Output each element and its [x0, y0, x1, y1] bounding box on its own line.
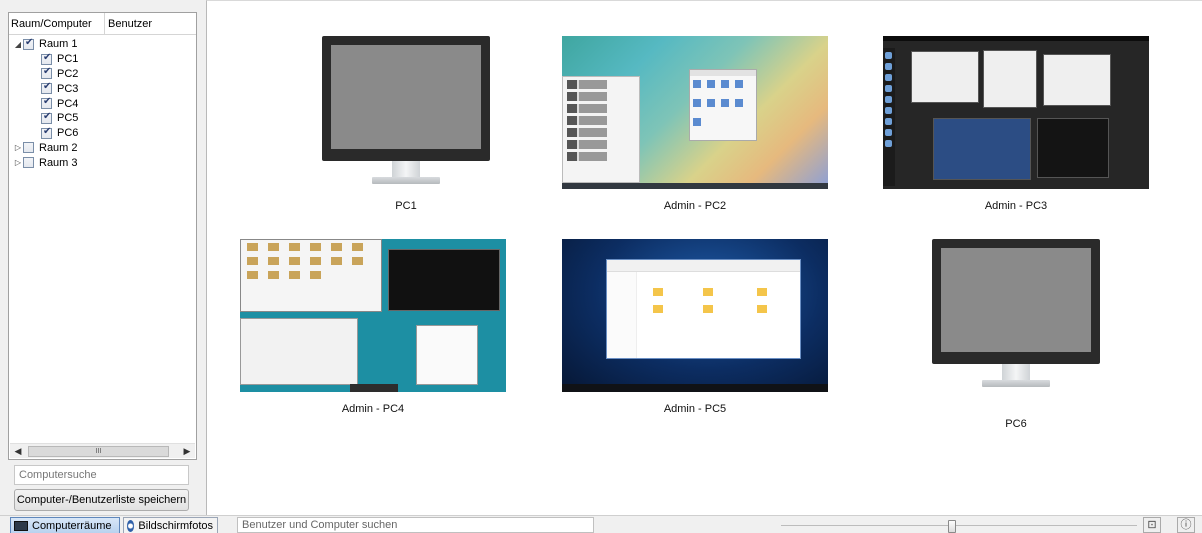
scroll-left-arrow-icon[interactable]: ◀: [10, 445, 26, 458]
tree-row-label: Raum 2: [39, 141, 78, 154]
user-computer-search-input[interactable]: Benutzer und Computer suchen: [237, 517, 594, 533]
screen-preview: [273, 36, 539, 189]
tree-row-pc6[interactable]: PC6: [9, 126, 196, 141]
computer-rooms-label: Computerräume: [32, 519, 112, 532]
screen-preview: [883, 239, 1149, 392]
checkbox[interactable]: [41, 96, 52, 110]
desktop-screenshot: [562, 239, 828, 392]
desktop-screenshot: [883, 36, 1149, 189]
desktop-screenshot: [240, 239, 506, 392]
computer-label: Admin - PC5: [663, 403, 727, 415]
column-header-room-computer[interactable]: Raum/Computer: [9, 12, 105, 35]
tree-row-raum-2[interactable]: ▷ Raum 2: [9, 141, 196, 156]
checkbox[interactable]: [41, 66, 52, 80]
scroll-right-arrow-icon[interactable]: ▶: [179, 445, 195, 458]
monitor-icon: [14, 520, 28, 531]
column-header-user[interactable]: Benutzer: [105, 13, 152, 35]
autofit-button[interactable]: ⊡: [1143, 517, 1161, 533]
tree-header: Raum/Computer Benutzer: [9, 12, 196, 35]
expand-arrow-icon[interactable]: ◢: [13, 40, 23, 49]
info-icon: ⓘ: [1180, 519, 1192, 531]
screen-preview: [562, 36, 828, 189]
left-panel: Raum/Computer Benutzer ◢ Raum 1 PC1 PC2 …: [0, 0, 206, 515]
scroll-track[interactable]: III: [26, 445, 179, 458]
tree-row-pc4[interactable]: PC4: [9, 96, 196, 111]
tree-rows: ◢ Raum 1 PC1 PC2 PC3 PC4 PC5: [9, 37, 196, 170]
tree-row-label: PC6: [57, 127, 79, 140]
collapsed-arrow-icon[interactable]: ▷: [13, 143, 23, 152]
zoom-slider[interactable]: [781, 520, 1137, 533]
desktop-screenshot: [562, 36, 828, 189]
tree-row-pc1[interactable]: PC1: [9, 52, 196, 67]
screenshot-grid: PC1 Admin - PC2 Admin - PC3 Admin - PC4 …: [206, 0, 1202, 515]
checkbox[interactable]: [23, 37, 34, 50]
tree-row-raum-3[interactable]: ▷ Raum 3: [9, 155, 196, 170]
zoom-slider-handle[interactable]: [948, 520, 956, 533]
screen-preview: [562, 239, 828, 392]
tree-row-pc3[interactable]: PC3: [9, 81, 196, 96]
horizontal-scrollbar[interactable]: ◀ III ▶: [10, 443, 195, 458]
tree-row-label: Raum 3: [39, 156, 78, 169]
computer-tree[interactable]: Raum/Computer Benutzer ◢ Raum 1 PC1 PC2 …: [8, 12, 197, 460]
camera-icon: [127, 519, 135, 532]
tree-row-raum-1[interactable]: ◢ Raum 1: [9, 37, 196, 52]
tree-row-pc2[interactable]: PC2: [9, 66, 196, 82]
fit-screen-icon: ⊡: [1147, 519, 1157, 531]
checkbox[interactable]: [41, 81, 52, 95]
tree-row-label: Raum 1: [39, 38, 78, 51]
computer-label: Admin - PC4: [341, 403, 405, 415]
scroll-thumb[interactable]: III: [28, 445, 169, 457]
screenshots-label: Bildschirmfotos: [138, 519, 213, 532]
tree-row-label: PC1: [57, 53, 79, 66]
bottom-toolbar: Computerräume Bildschirmfotos Benutzer u…: [0, 515, 1202, 533]
about-button[interactable]: ⓘ: [1177, 517, 1195, 533]
checkbox[interactable]: [23, 157, 34, 169]
collapsed-arrow-icon[interactable]: ▷: [13, 158, 23, 167]
checkbox[interactable]: [41, 111, 52, 124]
tree-row-pc5[interactable]: PC5: [9, 111, 196, 126]
tree-row-label: PC5: [57, 112, 79, 125]
checkbox[interactable]: [41, 126, 52, 139]
tree-row-label: PC4: [57, 97, 79, 110]
monitor-offline-icon: [322, 36, 490, 189]
computer-rooms-button[interactable]: Computerräume: [10, 517, 120, 533]
monitor-offline-icon: [932, 239, 1100, 392]
computer-label: PC6: [1005, 418, 1027, 430]
computer-label: Admin - PC3: [984, 200, 1048, 212]
computer-search-input[interactable]: Computersuche: [14, 465, 189, 485]
tree-row-label: PC2: [57, 67, 79, 80]
screen-preview: [240, 239, 506, 392]
checkbox[interactable]: [23, 142, 34, 154]
screenshots-button[interactable]: Bildschirmfotos: [123, 517, 218, 533]
save-list-button[interactable]: Computer-/Benutzerliste speichern: [14, 489, 189, 511]
computer-label: Admin - PC2: [663, 200, 727, 212]
computer-label: PC1: [395, 200, 417, 212]
screen-preview: [883, 36, 1149, 189]
tree-row-label: PC3: [57, 82, 79, 95]
checkbox[interactable]: [41, 52, 52, 65]
